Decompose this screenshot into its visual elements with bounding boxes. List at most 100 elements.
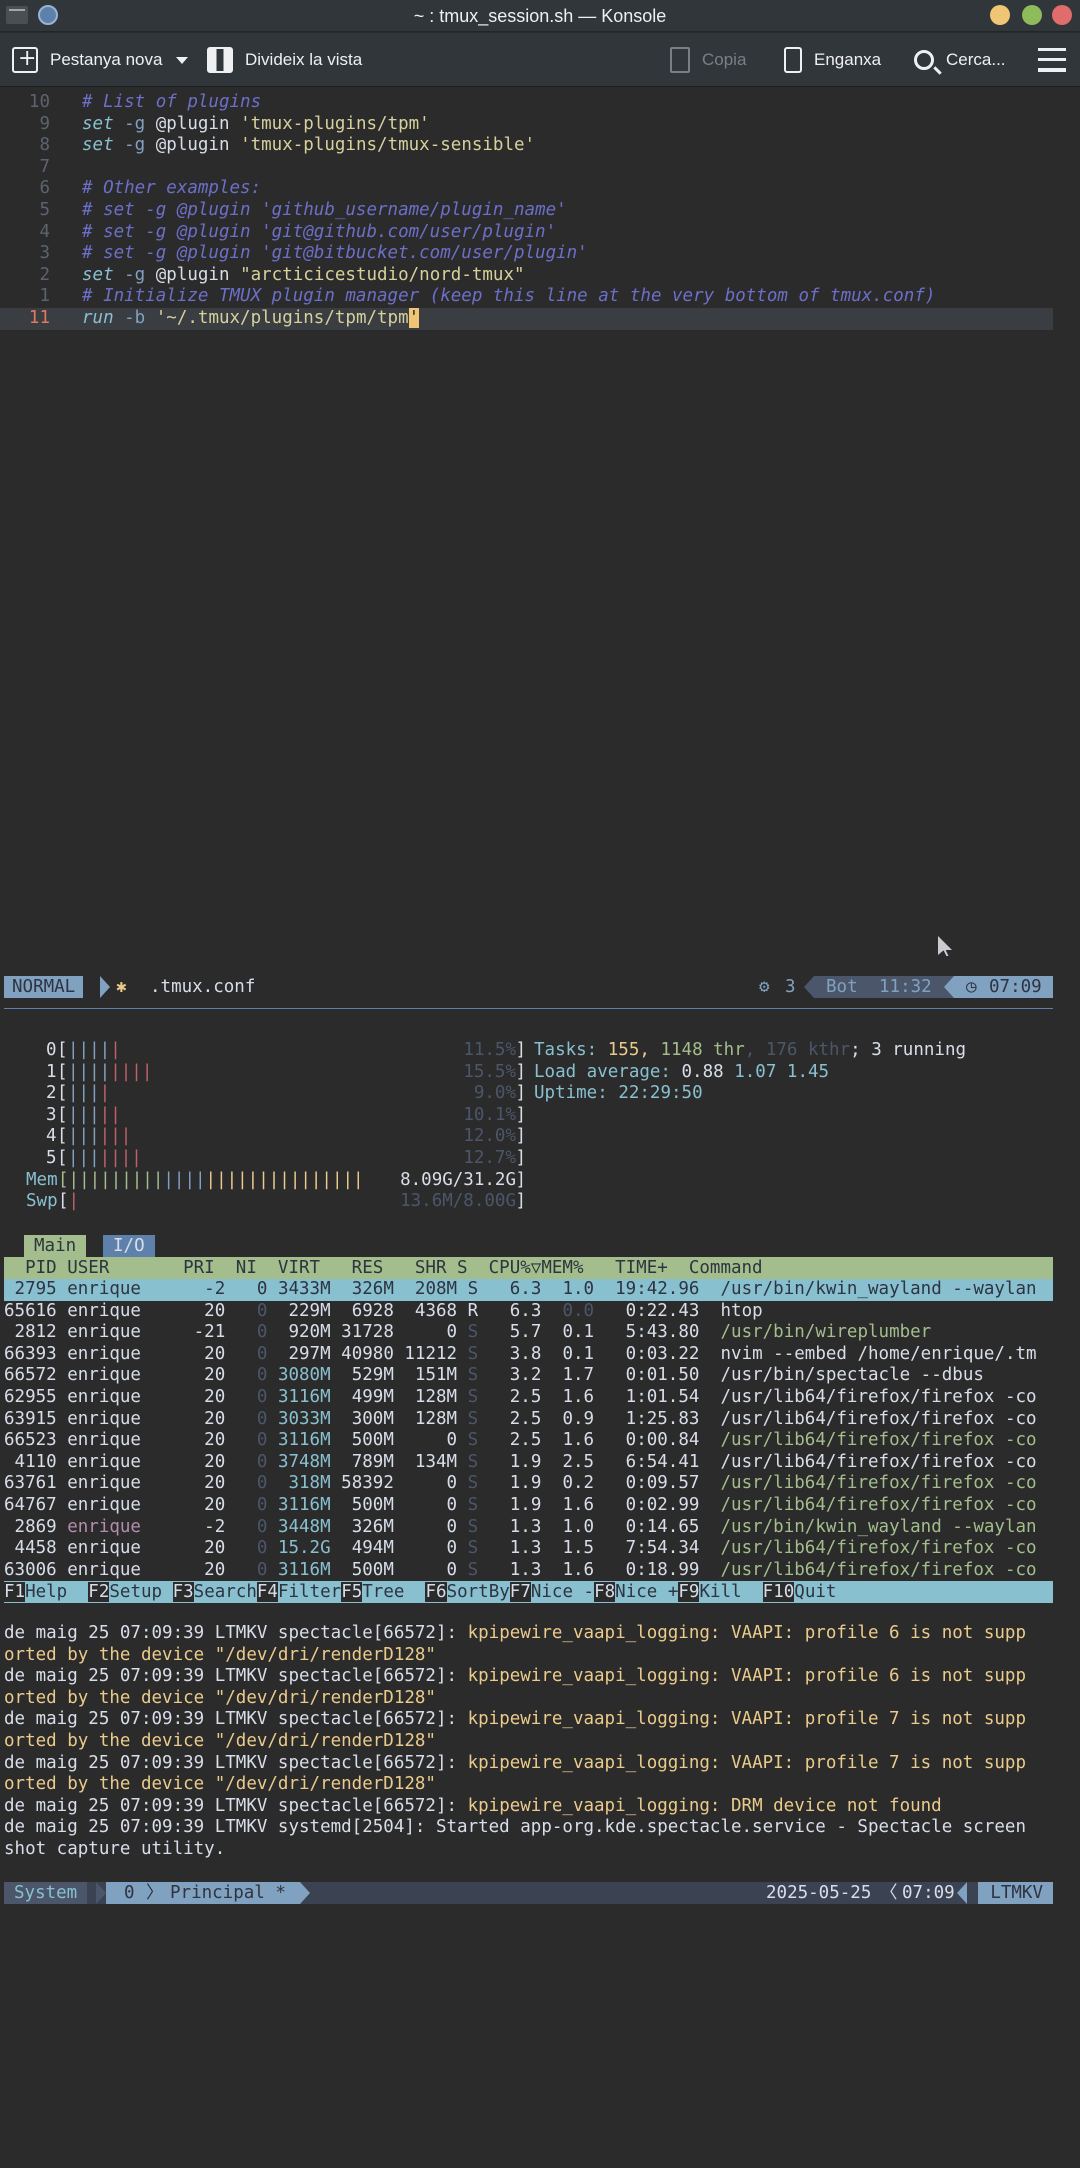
minimize-button[interactable] <box>990 5 1010 25</box>
fkey-label[interactable]: SortBy <box>446 1582 510 1602</box>
fkey-f10[interactable]: F10 <box>762 1582 795 1602</box>
maximize-button[interactable] <box>1022 5 1042 25</box>
fkey-f3[interactable]: F3 <box>172 1582 194 1602</box>
code-text[interactable]: # Other examples: <box>82 178 261 200</box>
table-row[interactable]: 64767 enrique 20 0 3116M 500M 0 S 1.9 1.… <box>4 1495 1053 1517</box>
load-meter: Load average: 0.88 1.07 1.45 <box>534 1062 829 1084</box>
fkey-label[interactable]: Nice - <box>530 1582 595 1602</box>
code-text[interactable]: set -g @plugin 'tmux-plugins/tmux-sensib… <box>82 135 535 157</box>
hamburger-menu-icon[interactable] <box>1038 48 1066 72</box>
fkey-label[interactable]: Setup <box>109 1582 173 1602</box>
table-row[interactable]: 63915 enrique 20 0 3033M 300M 128M S 2.5… <box>4 1409 1053 1431</box>
cell-virt: 3116M <box>277 1495 342 1515</box>
fkey-label[interactable]: Filter <box>277 1582 342 1602</box>
editor-line[interactable]: 3 # set -g @plugin 'git@bitbucket.com/use… <box>0 243 1080 265</box>
cell-shr: 0 <box>404 1559 468 1580</box>
table-row[interactable]: 4458 enrique 20 0 15.2G 494M 0 S 1.3 1.5… <box>4 1538 1053 1560</box>
cell-res: 494M <box>341 1538 405 1559</box>
line-number: 3 <box>39 243 50 264</box>
editor-line[interactable]: 7 <box>0 157 1080 179</box>
cell-pid: 4458 <box>4 1538 68 1559</box>
close-button[interactable] <box>1052 5 1072 25</box>
fkey-f8[interactable]: F8 <box>594 1582 616 1602</box>
table-row[interactable]: 66393 enrique 20 0 297M 40980 11212 S 3.… <box>4 1344 1053 1366</box>
cell-pid: 64767 <box>4 1495 68 1515</box>
cell-time: 0:01.50 <box>604 1365 721 1386</box>
table-row[interactable]: 65616 enrique 20 0 229M 6928 4368 R 6.3 … <box>4 1301 1053 1323</box>
code-text[interactable]: run -b '~/.tmux/plugins/tpm/tpm' <box>82 308 420 330</box>
new-tab-button[interactable]: Pestanya nova <box>12 33 189 87</box>
cell-shr: 11212 <box>404 1343 468 1364</box>
fkey-label[interactable]: Search <box>193 1582 257 1602</box>
tmux-window-name[interactable]: Principal * <box>170 1882 286 1904</box>
fkey-label[interactable]: Tree <box>362 1582 426 1602</box>
split-view-button[interactable]: Divideix la vista <box>207 33 362 87</box>
table-row[interactable]: 4110 enrique 20 0 3748M 789M 134M S 1.9 … <box>4 1452 1053 1474</box>
cell-cpu: 1.9 <box>488 1473 552 1494</box>
editor-line[interactable]: 6 # Other examples: <box>0 178 1080 200</box>
cell-cmd: /usr/bin/wireplumber <box>720 1322 932 1343</box>
paste-icon <box>784 47 802 73</box>
editor-line[interactable]: 8 set -g @plugin 'tmux-plugins/tmux-sensi… <box>0 135 1080 157</box>
fkey-f9[interactable]: F9 <box>678 1582 700 1602</box>
code-text[interactable]: # Initialize TMUX plugin manager (keep t… <box>82 286 935 308</box>
vim-cursor-pos: 11:32 <box>879 977 932 997</box>
editor-line[interactable]: 4 # set -g @plugin 'git@github.com/user/p… <box>0 222 1080 244</box>
tmux-hostname: LTMKV <box>978 1882 1053 1904</box>
editor-current-line[interactable]: 11 run -b '~/.tmux/plugins/tpm/tpm' <box>0 308 1053 330</box>
pane-separator[interactable] <box>4 1008 1053 1009</box>
fkey-f4[interactable]: F4 <box>256 1582 278 1602</box>
fkey-f5[interactable]: F5 <box>341 1582 363 1602</box>
tmux-window-index[interactable]: 0 <box>124 1882 135 1904</box>
chevron-down-icon[interactable] <box>176 56 189 64</box>
line-number: 7 <box>39 156 50 177</box>
table-row[interactable]: 62955 enrique 20 0 3116M 499M 128M S 2.5… <box>4 1387 1053 1409</box>
cell-cmd: /usr/lib64/firefox/firefox -co <box>720 1408 1037 1429</box>
fkey-label[interactable]: Quit <box>794 1582 837 1602</box>
fkey-label[interactable]: Kill <box>699 1582 763 1602</box>
editor-line[interactable]: 2 set -g @plugin "arcticicestudio/nord-tm… <box>0 265 1080 287</box>
fkey-f1[interactable]: F1 <box>4 1582 26 1602</box>
tab-io[interactable]: I/O <box>103 1235 155 1257</box>
memory-label: Mem <box>26 1169 58 1190</box>
cell-res: 500M <box>341 1430 405 1451</box>
table-row[interactable]: 63761 enrique 20 0 318M 58392 0 S 1.9 0.… <box>4 1473 1053 1495</box>
paste-button[interactable]: Enganxa <box>784 33 881 87</box>
process-table-header[interactable]: PID USER PRI NI VIRT RES SHR S CPU%▽MEM%… <box>4 1257 1053 1279</box>
editor-line[interactable]: 9 set -g @plugin 'tmux-plugins/tpm' <box>0 114 1080 136</box>
table-row[interactable]: 63006 enrique 20 0 3116M 500M 0 S 1.3 1.… <box>4 1560 1053 1582</box>
code-text[interactable]: # List of plugins <box>82 92 261 114</box>
table-row[interactable]: 2869 enrique -2 0 3448M 326M 0 S 1.3 1.0… <box>4 1517 1053 1539</box>
fkey-label[interactable]: Help <box>25 1582 89 1602</box>
cell-user: enrique <box>67 1343 173 1364</box>
cell-ni: 0 <box>235 1322 278 1343</box>
code-text[interactable]: # set -g @plugin 'github_username/plugin… <box>82 200 567 222</box>
bracket: ] <box>515 1040 526 1060</box>
cpu-bar-normal: ||| <box>68 1148 100 1168</box>
log-line-continuation: orted by the device "/dev/dri/renderD128… <box>4 1731 436 1751</box>
table-row[interactable]: 2812 enrique -21 0 920M 31728 0 S 5.7 0.… <box>4 1322 1053 1344</box>
editor-line[interactable]: 1 # Initialize TMUX plugin manager (keep … <box>0 286 1080 308</box>
code-text[interactable]: set -g @plugin 'tmux-plugins/tpm' <box>82 114 430 136</box>
code-text[interactable]: set -g @plugin "arcticicestudio/nord-tmu… <box>82 265 525 287</box>
window-titlebar[interactable]: ~ : tmux_session.sh — Konsole <box>0 0 1080 32</box>
cell-cmd: /usr/lib64/firefox/firefox -co <box>720 1559 1037 1580</box>
editor-line[interactable]: 10 # List of plugins <box>0 92 1080 114</box>
fkey-f7[interactable]: F7 <box>509 1582 531 1602</box>
process-row-selected[interactable]: 2795 enrique -2 0 3433M 326M 208M S 6.3 … <box>4 1279 1053 1301</box>
fkey-f2[interactable]: F2 <box>88 1582 110 1602</box>
copy-button[interactable]: Copia <box>670 33 746 87</box>
editor-line[interactable]: 5 # set -g @plugin 'github_username/plugi… <box>0 200 1080 222</box>
search-button[interactable]: Cerca... <box>914 33 1006 87</box>
code-text[interactable]: # set -g @plugin 'git@bitbucket.com/user… <box>82 243 588 265</box>
tab-main[interactable]: Main <box>24 1235 87 1257</box>
cell-shr: 0 <box>404 1495 468 1515</box>
cell-res: 789M <box>341 1451 405 1472</box>
cell-time: 0:22.43 <box>604 1300 721 1321</box>
fkey-f6[interactable]: F6 <box>425 1582 447 1602</box>
code-text[interactable]: # set -g @plugin 'git@github.com/user/pl… <box>82 222 556 244</box>
load-5m: 1.07 <box>734 1061 777 1082</box>
table-row[interactable]: 66523 enrique 20 0 3116M 500M 0 S 2.5 1.… <box>4 1430 1053 1452</box>
table-row[interactable]: 66572 enrique 20 0 3080M 529M 151M S 3.2… <box>4 1365 1053 1387</box>
fkey-label[interactable]: Nice + <box>615 1582 679 1602</box>
